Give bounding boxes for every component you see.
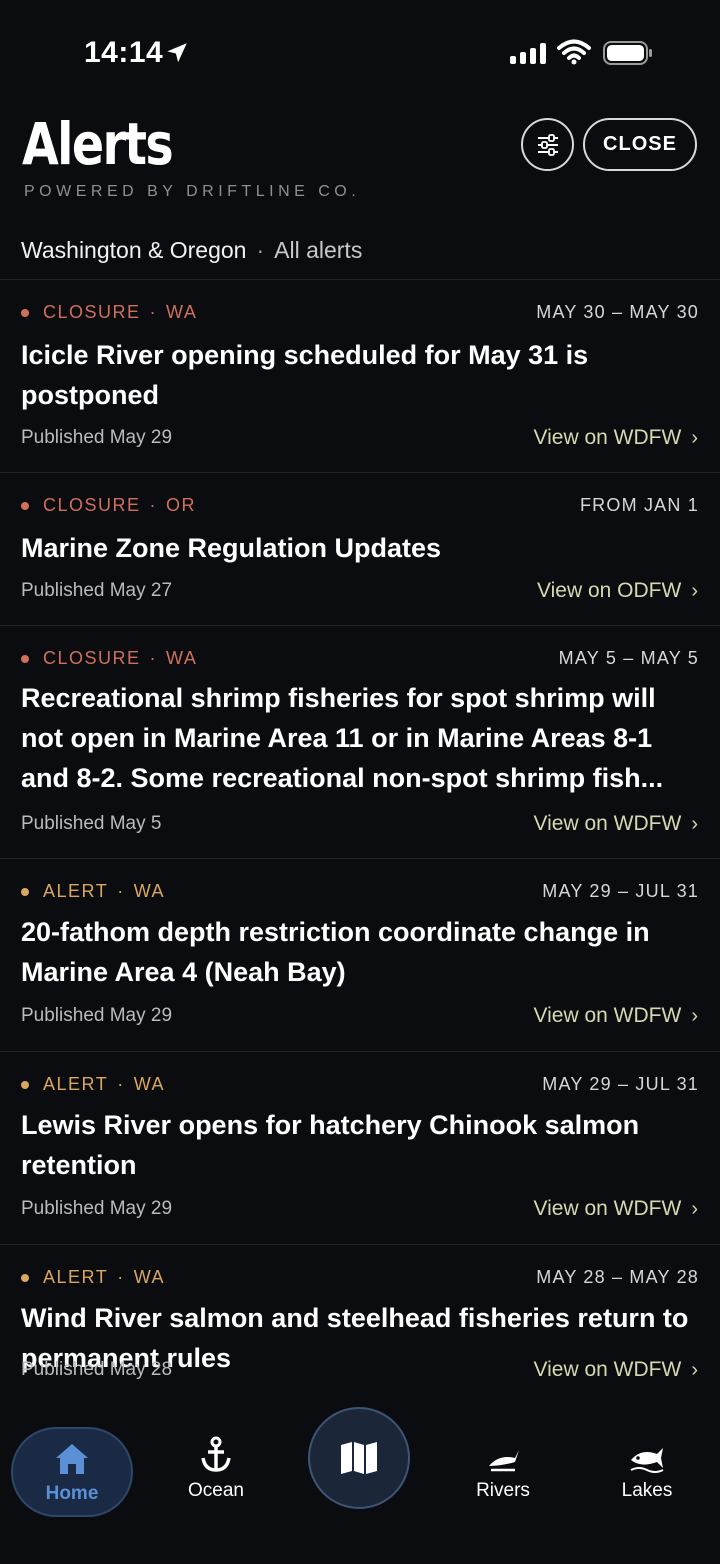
region-scope: All alerts	[274, 237, 363, 263]
alert-type: CLOSURE	[43, 495, 141, 515]
alert-title: 20-fathom depth restriction coordinate c…	[21, 917, 650, 987]
chevron-right-icon: ›	[691, 1358, 698, 1381]
alert-meta: CLOSURE · OR FROM JAN 1	[21, 495, 699, 516]
tab-map[interactable]	[308, 1407, 410, 1509]
alert-type: CLOSURE	[43, 302, 141, 322]
alert-type-dot	[21, 501, 29, 510]
alert-type-dot	[21, 1080, 29, 1089]
alert-meta: ALERT · WA MAY 28 – MAY 28	[21, 1267, 699, 1288]
view-source-link[interactable]: View on WDFW ›	[534, 1358, 698, 1382]
house-icon	[56, 1444, 88, 1474]
alert-item[interactable]: ALERT · WA MAY 29 – JUL 31 Lewis River ope…	[0, 1051, 720, 1244]
cellular-signal-icon	[510, 42, 546, 64]
view-source-label: View on WDFW	[533, 1358, 682, 1381]
alert-date-range: MAY 5 – MAY 5	[558, 648, 699, 668]
tab-home-label: Home	[45, 1483, 99, 1504]
view-source-link[interactable]: View on WDFW ›	[534, 1197, 698, 1221]
alert-title: Icicle River opening scheduled for May 3…	[21, 340, 589, 410]
map-icon	[341, 1442, 377, 1474]
alert-title: Marine Zone Regulation Updates	[21, 533, 442, 563]
alerts-list: CLOSURE · WA MAY 30 – MAY 30 Icicle River …	[0, 279, 720, 1437]
view-source-label: View on WDFW	[533, 1004, 682, 1027]
alert-type-dot	[21, 1273, 29, 1282]
wifi-icon	[557, 39, 591, 65]
alert-published: Published May 29	[21, 1198, 173, 1219]
alert-type: ALERT	[43, 881, 109, 901]
chevron-right-icon: ›	[691, 1197, 698, 1220]
status-bar: 14:14	[0, 0, 720, 100]
alert-date-range: MAY 30 – MAY 30	[536, 302, 699, 322]
alerts-screen: 14:14 Alerts POWERED BY DRIFTLINE CO. CL…	[0, 0, 720, 1564]
alert-state: OR	[166, 495, 197, 515]
alert-type: ALERT	[43, 1267, 109, 1287]
alert-type: CLOSURE	[43, 648, 141, 668]
alert-title: Lewis River opens for hatchery Chinook s…	[21, 1110, 640, 1180]
alert-meta: ALERT · WA MAY 29 – JUL 31	[21, 1074, 699, 1095]
battery-icon	[603, 41, 652, 65]
alert-published: Published May 28	[21, 1359, 173, 1380]
alert-date-range: MAY 29 – JUL 31	[542, 1074, 699, 1094]
alert-type-dot	[21, 887, 29, 896]
alert-type: ALERT	[43, 1074, 109, 1094]
view-source-label: View on ODFW	[537, 579, 682, 602]
tab-rivers[interactable]: Rivers	[463, 1436, 543, 1502]
location-arrow-icon	[167, 43, 187, 63]
filter-button[interactable]	[521, 118, 574, 171]
anchor-icon	[201, 1436, 231, 1472]
alert-type-dot	[21, 654, 29, 663]
view-source-label: View on WDFW	[533, 1197, 682, 1220]
tab-home[interactable]: Home	[11, 1427, 133, 1517]
region-separator: ·	[256, 237, 265, 263]
chevron-right-icon: ›	[691, 812, 698, 835]
alert-item[interactable]: CLOSURE · WA MAY 30 – MAY 30 Icicle River …	[0, 279, 720, 472]
alert-meta: CLOSURE · WA MAY 30 – MAY 30	[21, 302, 699, 323]
tab-rivers-label: Rivers	[476, 1480, 530, 1501]
alert-date-range: MAY 28 – MAY 28	[536, 1267, 699, 1287]
view-source-link[interactable]: View on WDFW ›	[534, 426, 698, 450]
alert-item[interactable]: CLOSURE · WA MAY 5 – MAY 5 Recreational sh…	[0, 625, 720, 858]
chevron-right-icon: ›	[691, 426, 698, 449]
alert-item[interactable]: ALERT · WA MAY 29 – JUL 31 20-fathom depth…	[0, 858, 720, 1051]
alert-state: WA	[166, 648, 198, 668]
alert-state: WA	[133, 1267, 166, 1287]
view-source-link[interactable]: View on ODFW ›	[537, 579, 698, 603]
alert-published: Published May 5	[21, 813, 162, 834]
tab-lakes[interactable]: Lakes	[607, 1436, 687, 1502]
alert-published: Published May 29	[21, 427, 173, 448]
tab-bar: Home Ocean Rivers Lakes	[0, 1407, 720, 1564]
alert-meta: CLOSURE · WA MAY 5 – MAY 5	[21, 648, 699, 669]
region-filter[interactable]: Washington & Oregon · All alerts	[21, 237, 362, 264]
lake-fish-icon	[630, 1448, 664, 1473]
alert-published: Published May 29	[21, 1005, 173, 1026]
powered-by-label: POWERED BY DRIFTLINE CO.	[24, 183, 361, 200]
alert-published: Published May 27	[21, 580, 173, 601]
view-source-label: View on WDFW	[533, 812, 682, 835]
tab-lakes-label: Lakes	[621, 1480, 673, 1501]
alert-state: WA	[166, 302, 198, 322]
view-source-link[interactable]: View on WDFW ›	[534, 812, 698, 836]
chevron-right-icon: ›	[691, 1004, 698, 1027]
alert-state: WA	[133, 1074, 166, 1094]
alert-state: WA	[133, 881, 166, 901]
alert-type-dot	[21, 308, 29, 317]
page-title: Alerts	[22, 110, 174, 178]
chevron-right-icon: ›	[691, 579, 698, 602]
fish-icon	[489, 1450, 519, 1472]
tab-ocean[interactable]: Ocean	[176, 1436, 256, 1502]
alert-date-range: MAY 29 – JUL 31	[542, 881, 699, 901]
sliders-icon	[537, 133, 558, 156]
view-source-label: View on WDFW	[533, 426, 682, 449]
region-label: Washington & Oregon	[21, 237, 247, 263]
close-button[interactable]: CLOSE	[583, 118, 697, 171]
alert-item[interactable]: CLOSURE · OR FROM JAN 1 Marine Zone Regula…	[0, 472, 720, 625]
alert-date-range: FROM JAN 1	[579, 495, 699, 515]
view-source-link[interactable]: View on WDFW ›	[534, 1004, 698, 1028]
tab-ocean-label: Ocean	[188, 1480, 244, 1501]
status-time: 14:14	[84, 36, 164, 69]
alert-meta: ALERT · WA MAY 29 – JUL 31	[21, 881, 699, 902]
alert-title: Recreational shrimp fisheries for spot s…	[21, 683, 664, 793]
